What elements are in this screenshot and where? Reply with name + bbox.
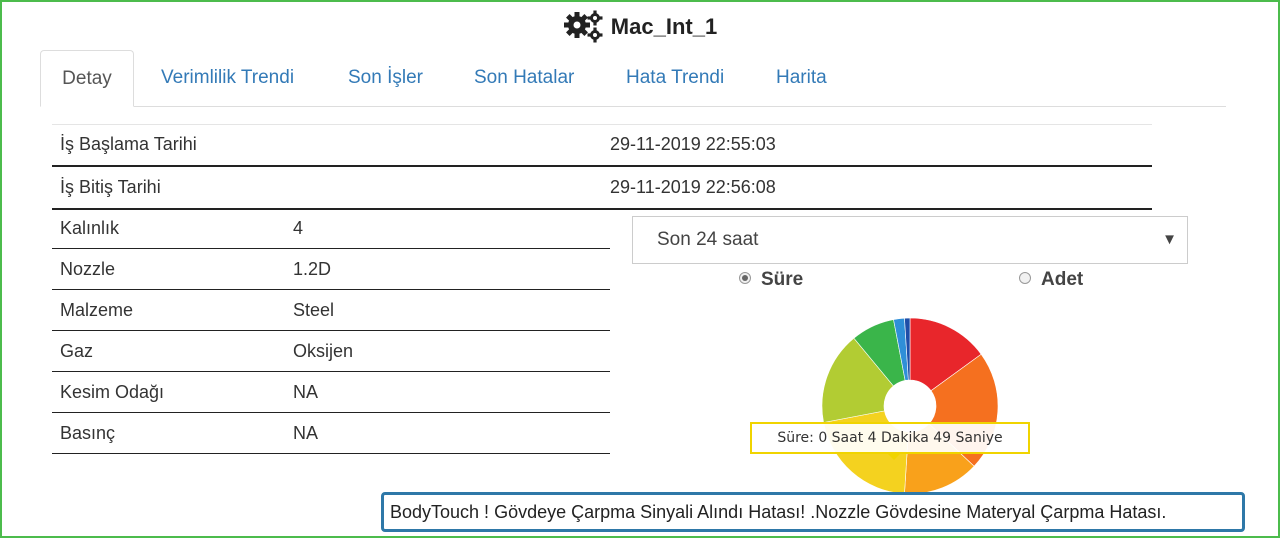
error-alert: BodyTouch ! Gövdeye Çarpma Sinyali Alınd… <box>381 492 1245 532</box>
period-select[interactable]: Son 24 saat ▼ <box>632 216 1188 264</box>
row-label: Malzeme <box>52 289 293 331</box>
row-value: NA <box>293 371 610 413</box>
row-value: NA <box>293 412 610 454</box>
gears-icon <box>563 10 605 44</box>
radio-checked-icon <box>739 271 751 284</box>
table-row: Kesim Odağı NA <box>52 371 610 413</box>
radio-sure-label: Süre <box>761 269 804 290</box>
job-params-table: Kalınlık 4 Nozzle 1.2D Malzeme Steel Gaz… <box>52 208 610 454</box>
tab-harita[interactable]: Harita <box>776 50 827 106</box>
row-value: 4 <box>293 208 610 249</box>
machine-name: Mac_Int_1 <box>610 14 718 40</box>
row-label: Basınç <box>52 412 293 454</box>
radio-sure[interactable]: Süre <box>739 268 803 292</box>
duration-donut-chart <box>821 317 999 495</box>
row-label: İş Başlama Tarihi <box>52 124 610 167</box>
table-row: İş Başlama Tarihi 29-11-2019 22:55:03 <box>52 124 1152 167</box>
table-row: Malzeme Steel <box>52 289 610 331</box>
table-row: Basınç NA <box>52 412 610 454</box>
tab-son-hatalar[interactable]: Son Hatalar <box>474 50 574 106</box>
job-times-table: İş Başlama Tarihi 29-11-2019 22:55:03 İş… <box>52 124 1152 210</box>
row-label: İş Bitiş Tarihi <box>52 166 610 210</box>
row-value: 29-11-2019 22:56:08 <box>610 166 1152 210</box>
row-value: 29-11-2019 22:55:03 <box>610 124 1152 167</box>
row-value: 1.2D <box>293 248 610 290</box>
tab-son-isler[interactable]: Son İşler <box>348 50 423 106</box>
chart-tooltip: Süre: 0 Saat 4 Dakika 49 Saniye <box>750 422 1030 460</box>
row-label: Nozzle <box>52 248 293 290</box>
table-row: Nozzle 1.2D <box>52 248 610 290</box>
table-row: Gaz Oksijen <box>52 330 610 372</box>
radio-adet[interactable]: Adet <box>1019 268 1083 292</box>
caret-down-icon: ▼ <box>1162 231 1177 248</box>
tab-detay[interactable]: Detay <box>40 50 134 107</box>
tab-verimlilik-trendi[interactable]: Verimlilik Trendi <box>161 50 294 106</box>
row-label: Kesim Odağı <box>52 371 293 413</box>
row-label: Kalınlık <box>52 208 293 249</box>
table-row: Kalınlık 4 <box>52 208 610 249</box>
table-row: İş Bitiş Tarihi 29-11-2019 22:56:08 <box>52 166 1152 210</box>
row-value: Steel <box>293 289 610 331</box>
tab-hata-trendi[interactable]: Hata Trendi <box>626 50 724 106</box>
period-select-value: Son 24 saat <box>657 229 759 250</box>
page-title: Mac_Int_1 <box>0 6 1280 46</box>
row-value: Oksijen <box>293 330 610 372</box>
radio-unchecked-icon <box>1019 271 1031 284</box>
radio-adet-label: Adet <box>1041 269 1084 290</box>
row-label: Gaz <box>52 330 293 372</box>
tab-bar: Detay Verimlilik Trendi Son İşler Son Ha… <box>40 50 1226 107</box>
